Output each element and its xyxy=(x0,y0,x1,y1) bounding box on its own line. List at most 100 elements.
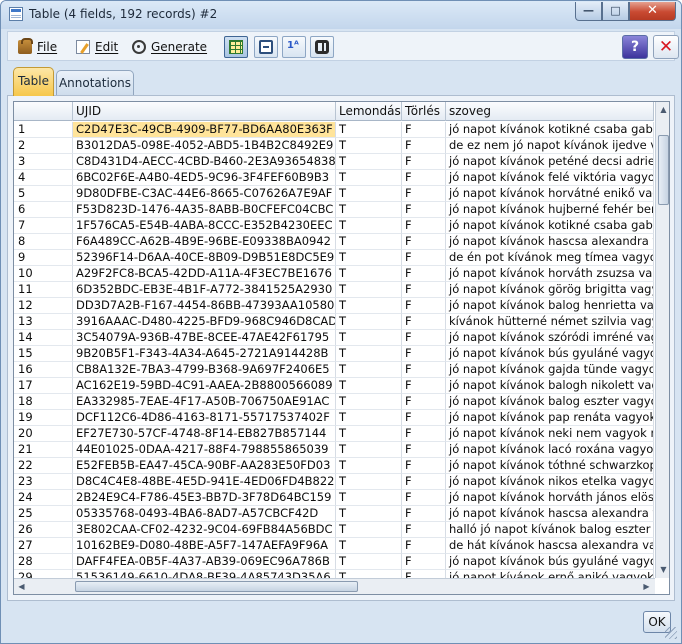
lemondas-cell[interactable]: T xyxy=(336,330,402,346)
torles-cell[interactable]: F xyxy=(402,298,446,314)
ujid-cell[interactable]: F53D823D-1476-4A35-8ABB-B0CFEFC04CBC xyxy=(73,202,336,218)
table-row[interactable]: 6 F53D823D-1476-4A35-8ABB-B0CFEFC04CBC T Fj… xyxy=(14,202,654,218)
szoveg-cell[interactable]: halló jó napot kívánok balog eszter vag xyxy=(446,522,654,538)
title-bar[interactable]: Table (4 fields, 192 records) #2 — □ ✕ xyxy=(1,1,681,29)
row-number-cell[interactable]: 12 xyxy=(14,298,73,314)
lemondas-cell[interactable]: T xyxy=(336,490,402,506)
torles-cell[interactable]: F xyxy=(402,410,446,426)
szoveg-cell[interactable]: de én pot kívánok meg tímea vagyok m xyxy=(446,250,654,266)
table-row[interactable]: 25 05335768-0493-4BA6-8AD7-A57CBCF42D T Fjó… xyxy=(14,506,654,522)
lemondas-cell[interactable]: T xyxy=(336,186,402,202)
ujid-cell[interactable]: E52FEB5B-EA47-45CA-90BF-AA283E50FD03 xyxy=(73,458,336,474)
lemondas-cell[interactable]: T xyxy=(336,378,402,394)
ujid-cell[interactable]: CB8A132E-7BA3-4799-B368-9A697F2406E5 xyxy=(73,362,336,378)
file-menu[interactable]: File xyxy=(18,38,57,56)
table-row[interactable]: 19 DCF112C6-4D86-4163-8171-55717537402F T F… xyxy=(14,410,654,426)
row-number-cell[interactable]: 27 xyxy=(14,538,73,554)
ujid-cell[interactable]: C8D431D4-AECC-4CBD-B460-2E3A93654838 xyxy=(73,154,336,170)
lemondas-cell[interactable]: T xyxy=(336,458,402,474)
table-row[interactable]: 5 9D80DFBE-C3AC-44E6-8665-C07626A7E9AF T Fj… xyxy=(14,186,654,202)
torles-cell[interactable]: F xyxy=(402,282,446,298)
szoveg-cell[interactable]: jó napot kívánok szóródi imréné vagyo xyxy=(446,330,654,346)
lemondas-cell[interactable]: T xyxy=(336,426,402,442)
ujid-cell[interactable]: F6A489CC-A62B-4B9E-96BE-E09338BA0942 xyxy=(73,234,336,250)
table-row[interactable]: 4 6BC02F6E-A4B0-4ED5-9C96-3F4FEF60B9B3 T Fj… xyxy=(14,170,654,186)
lemondas-cell[interactable]: T xyxy=(336,538,402,554)
szoveg-cell[interactable]: jó napot kívánok hascsa alexandra vag xyxy=(446,506,654,522)
row-number-cell[interactable]: 4 xyxy=(14,170,73,186)
scroll-down-arrow-icon[interactable]: ▼ xyxy=(658,563,669,576)
torles-cell[interactable]: F xyxy=(402,250,446,266)
torles-cell[interactable]: F xyxy=(402,426,446,442)
row-number-cell[interactable]: 1 xyxy=(14,122,73,138)
ujid-cell[interactable]: 6D352BDC-EB3E-4B1F-A772-3841525A2930 xyxy=(73,282,336,298)
szoveg-cell[interactable]: jó napot kívánok lacó roxána vagyok m xyxy=(446,442,654,458)
lemondas-cell[interactable]: T xyxy=(336,474,402,490)
lemondas-cell[interactable]: T xyxy=(336,298,402,314)
lemondas-cell[interactable]: T xyxy=(336,506,402,522)
torles-cell[interactable]: F xyxy=(402,186,446,202)
szoveg-cell[interactable]: jó napot kívánok horváth jános elöször xyxy=(446,490,654,506)
table-row[interactable]: 28 DAFF4FEA-0B5F-4A37-AB39-069EC96A786B T F… xyxy=(14,554,654,570)
vertical-scrollbar[interactable]: ▲ ▼ xyxy=(655,102,669,578)
szoveg-cell[interactable]: jó napot kívánok neki nem vagyok mib xyxy=(446,426,654,442)
szoveg-cell[interactable]: jó napot kívánok kotikné csaba gabrie xyxy=(446,122,654,138)
table-row[interactable]: 26 3E802CAA-CF02-4232-9C04-69FB84A56BDC T F… xyxy=(14,522,654,538)
row-number-cell[interactable]: 2 xyxy=(14,138,73,154)
table-row[interactable]: 16 CB8A132E-7BA3-4799-B368-9A697F2406E5 T F… xyxy=(14,362,654,378)
row-number-cell[interactable]: 10 xyxy=(14,266,73,282)
minimize-button[interactable]: — xyxy=(575,2,602,21)
torles-cell[interactable]: F xyxy=(402,490,446,506)
table-row[interactable]: 7 1F576CA5-E54B-4ABA-8CCC-E352B4230EEC T Fj… xyxy=(14,218,654,234)
table-row[interactable]: 21 44E01025-0DAA-4217-88F4-798855865039 T F… xyxy=(14,442,654,458)
lemondas-cell[interactable]: T xyxy=(336,346,402,362)
row-number-cell[interactable]: 20 xyxy=(14,426,73,442)
szoveg-cell[interactable]: jó napot kívánok hascsa alexandra vag xyxy=(446,234,654,250)
szoveg-cell[interactable]: jó napot kívánok kotikné csaba gabrie xyxy=(446,218,654,234)
table-row[interactable]: 23 D8C4C4E8-48BE-4E5D-941E-4ED06FD4B822 T F… xyxy=(14,474,654,490)
szoveg-cell[interactable]: jó napot kívánok nikos etelka vagyok n xyxy=(446,474,654,490)
row-number-cell[interactable]: 3 xyxy=(14,154,73,170)
ujid-cell[interactable]: 3C54079A-936B-47BE-8CEE-47AE42F61795 xyxy=(73,330,336,346)
table-row[interactable]: 14 3C54079A-936B-47BE-8CEE-47AE42F61795 T F… xyxy=(14,330,654,346)
data-grid[interactable]: UJID Lemondás Törlés szoveg 1 C2D47E3C-49… xyxy=(13,101,670,595)
generate-menu[interactable]: Generate xyxy=(132,38,207,56)
lemondas-cell[interactable]: T xyxy=(336,202,402,218)
torles-cell[interactable]: F xyxy=(402,394,446,410)
ujid-cell[interactable]: 10162BE9-D080-48BE-A5F7-147AEFA9F96A xyxy=(73,538,336,554)
torles-cell[interactable]: F xyxy=(402,442,446,458)
ujid-cell[interactable]: A29F2FC8-BCA5-42DD-A11A-4F3EC7BE1676 xyxy=(73,266,336,282)
table-row[interactable]: 11 6D352BDC-EB3E-4B1F-A772-3841525A2930 T F… xyxy=(14,282,654,298)
row-number-cell[interactable]: 28 xyxy=(14,554,73,570)
szoveg-cell[interactable]: jó napot kívánok peténé decsi adrienn xyxy=(446,154,654,170)
torles-cell[interactable]: F xyxy=(402,202,446,218)
resize-grip-icon[interactable] xyxy=(665,627,677,639)
print-button[interactable] xyxy=(254,36,278,58)
lemondas-cell[interactable]: T xyxy=(336,170,402,186)
szoveg-cell[interactable]: jó napot kívánok gajda tünde vagyok m xyxy=(446,362,654,378)
column-header-ujid[interactable]: UJID xyxy=(73,102,336,121)
table-row[interactable]: 12 DD3D7A2B-F167-4454-86BB-47393AA10580 T F… xyxy=(14,298,654,314)
table-row[interactable]: 20 EF27E730-57CF-4748-8F14-EB827B857144 T F… xyxy=(14,426,654,442)
lemondas-cell[interactable]: T xyxy=(336,266,402,282)
close-output-button[interactable]: ✕ xyxy=(653,35,679,59)
szoveg-cell[interactable]: de ez nem jó napot kívánok ijedve vag xyxy=(446,138,654,154)
ujid-cell[interactable]: 9B20B5F1-F343-4A34-A645-2721A914428B xyxy=(73,346,336,362)
edit-menu[interactable]: Edit xyxy=(76,38,118,56)
row-number-cell[interactable]: 24 xyxy=(14,490,73,506)
ujid-cell[interactable]: EF27E730-57CF-4748-8F14-EB827B857144 xyxy=(73,426,336,442)
row-number-cell[interactable]: 11 xyxy=(14,282,73,298)
table-row[interactable]: 8 F6A489CC-A62B-4B9E-96BE-E09338BA0942 T Fj… xyxy=(14,234,654,250)
tab-table[interactable]: Table xyxy=(13,67,54,96)
szoveg-cell[interactable]: de hát kívánok hascsa alexandra vagy xyxy=(446,538,654,554)
torles-cell[interactable]: F xyxy=(402,554,446,570)
ujid-cell[interactable]: 9D80DFBE-C3AC-44E6-8665-C07626A7E9AF xyxy=(73,186,336,202)
torles-cell[interactable]: F xyxy=(402,218,446,234)
szoveg-cell[interactable]: jó napot kívánok görög brigitta vagyok xyxy=(446,282,654,298)
ujid-cell[interactable]: DAFF4FEA-0B5F-4A37-AB39-069EC96A786B xyxy=(73,554,336,570)
table-row[interactable]: 15 9B20B5F1-F343-4A34-A645-2721A914428B T F… xyxy=(14,346,654,362)
lemondas-cell[interactable]: T xyxy=(336,554,402,570)
ujid-cell[interactable]: 44E01025-0DAA-4217-88F4-798855865039 xyxy=(73,442,336,458)
torles-cell[interactable]: F xyxy=(402,122,446,138)
torles-cell[interactable]: F xyxy=(402,362,446,378)
